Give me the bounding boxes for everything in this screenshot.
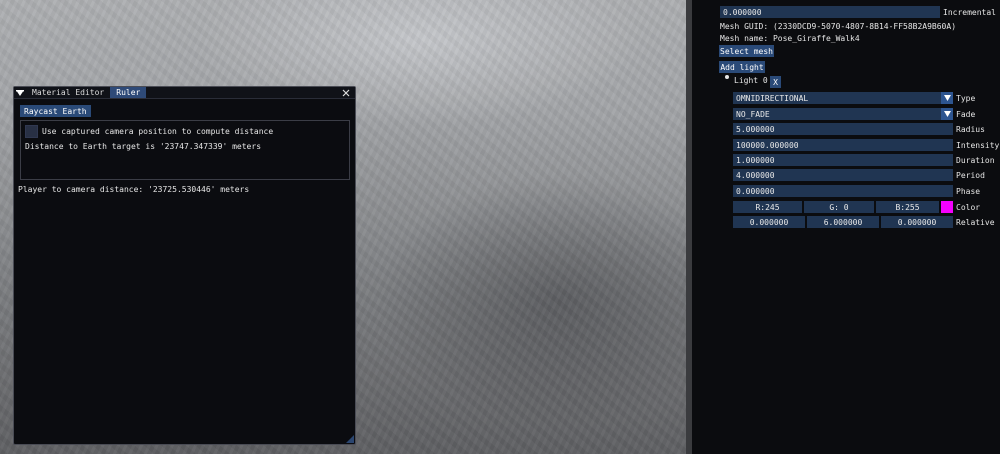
select-mesh-button[interactable]: Select mesh [719,45,774,57]
light-inspector-panel: 0.000000 Incremental p Mesh GUID: (2330D… [692,0,1000,454]
relative-position-x-input[interactable]: 0.000000 [733,216,805,228]
player-distance-text: Player to camera distance: '23725.530446… [18,185,250,194]
type-dropdown[interactable]: OMNIDIRECTIONAL [733,92,953,104]
use-camera-row: Use captured camera position to compute … [25,125,345,138]
intensity-label: Intensity [956,141,1000,150]
use-camera-checkbox[interactable] [25,125,38,138]
fade-dropdown[interactable]: NO_FADE [733,108,953,120]
relative-position-z-input[interactable]: 0.000000 [881,216,953,228]
fade-value: NO_FADE [736,109,770,119]
raycast-earth-button[interactable]: Raycast Earth [20,105,91,117]
light-0-node[interactable]: Light 0 [734,76,768,85]
raycast-group: Use captured camera position to compute … [20,120,350,180]
radius-input[interactable]: 5.000000 [733,123,953,135]
duration-input[interactable]: 1.000000 [733,154,953,166]
material-editor-window: Material Editor Ruler Raycast Earth Use … [13,86,356,445]
duration-label: Duration [956,156,995,165]
resize-grip-icon[interactable] [346,435,354,443]
bullet-icon [725,75,729,79]
mesh-name-text: Mesh name: Pose_Giraffe_Walk4 [720,34,860,43]
color-g-input[interactable]: G: 0 [804,201,874,213]
intensity-input[interactable]: 100000.000000 [733,139,953,151]
remove-light-button[interactable]: X [770,76,781,88]
color-swatch[interactable] [941,201,953,213]
incremental-input[interactable]: 0.000000 [720,6,940,18]
type-label: Type [956,94,976,103]
radius-label: Radius [956,125,985,134]
add-light-button[interactable]: Add light [719,61,765,73]
relative-position-y-input[interactable]: 6.000000 [807,216,879,228]
relative-position-label: Relative p [956,218,1000,227]
color-label: Color [956,203,981,212]
close-icon[interactable] [341,88,351,98]
caret-down-icon[interactable] [14,87,26,98]
period-label: Period [956,171,985,180]
incremental-label: Incremental p [943,8,1000,17]
fade-label: Fade [956,110,976,119]
period-input[interactable]: 4.000000 [733,169,953,181]
mesh-guid-text: Mesh GUID: (2330DCD9-5070-4807-8B14-FF58… [720,22,957,31]
ruler-tab-content: Raycast Earth Use captured camera positi… [14,99,355,200]
triangle-down-icon[interactable] [941,92,953,104]
phase-input[interactable]: 0.000000 [733,185,953,197]
phase-label: Phase [956,187,981,196]
color-b-input[interactable]: B:255 [876,201,939,213]
tab-ruler[interactable]: Ruler [110,87,147,98]
use-camera-label: Use captured camera position to compute … [42,127,274,136]
triangle-down-icon[interactable] [941,108,953,120]
distance-to-earth-text: Distance to Earth target is '23747.34733… [25,142,262,151]
type-value: OMNIDIRECTIONAL [736,93,809,103]
window-titlebar[interactable]: Material Editor Ruler [14,87,355,99]
color-r-input[interactable]: R:245 [733,201,802,213]
tab-material-editor[interactable]: Material Editor [26,87,110,98]
